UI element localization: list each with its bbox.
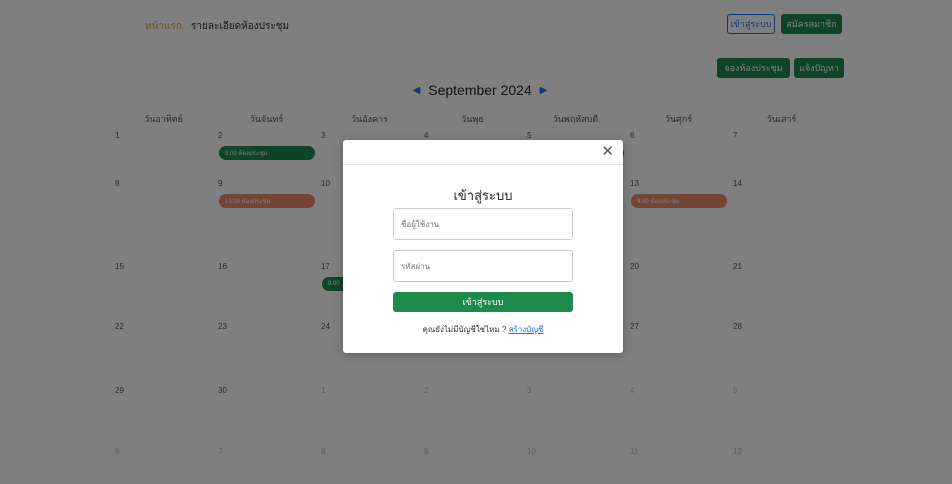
modal-title: เข้าสู่ระบบ (453, 188, 513, 203)
password-input[interactable] (393, 250, 573, 282)
signup-row: คุณยังไม่มีบัญชีใช่ไหม ? สร้างบัญชี (343, 323, 623, 336)
login-submit-button[interactable]: เข้าสู่ระบบ (393, 292, 573, 312)
modal-header: ✕ (343, 140, 623, 165)
create-account-link[interactable]: สร้างบัญชี (509, 325, 544, 334)
signup-prompt: คุณยังไม่มีบัญชีใช่ไหม ? (422, 325, 507, 334)
username-input[interactable] (393, 208, 573, 240)
close-icon[interactable]: ✕ (601, 144, 614, 160)
login-modal: ✕ เข้าสู่ระบบ เข้าสู่ระบบ คุณยังไม่มีบัญ… (343, 140, 623, 353)
